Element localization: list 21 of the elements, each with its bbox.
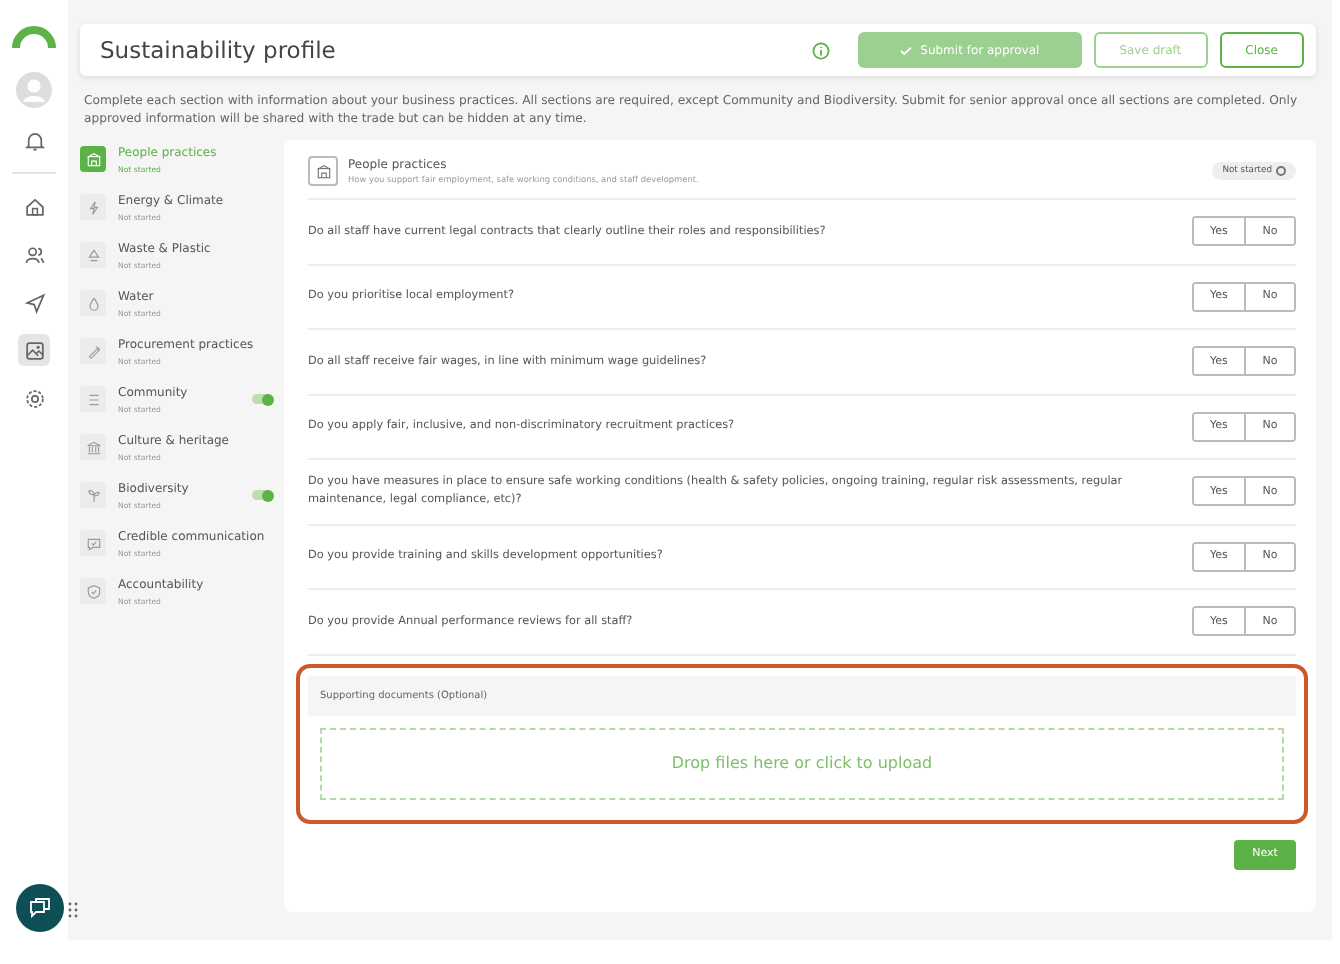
page-title: Sustainability profile: [100, 36, 338, 64]
logo-icon: [12, 24, 56, 48]
section-icon: [80, 482, 106, 509]
chat-button[interactable]: [16, 884, 64, 932]
toggle-switch[interactable]: [252, 394, 272, 405]
section-icon: [80, 242, 106, 269]
section-icon: [80, 434, 106, 461]
section-icon: [80, 290, 106, 317]
toggle-switch[interactable]: [252, 490, 272, 501]
section-icon: [80, 578, 106, 605]
chat-icon: [28, 896, 52, 920]
drag-handle-icon[interactable]: [68, 902, 78, 918]
section-icon: [308, 156, 338, 186]
check-icon: [900, 45, 913, 55]
section-icon: [80, 338, 106, 365]
section-icon: [80, 146, 106, 173]
section-icon: [80, 194, 106, 221]
info-icon[interactable]: [812, 41, 831, 59]
section-icon: [80, 530, 106, 557]
section-icon: [80, 386, 106, 413]
image-icon[interactable]: [18, 334, 50, 366]
